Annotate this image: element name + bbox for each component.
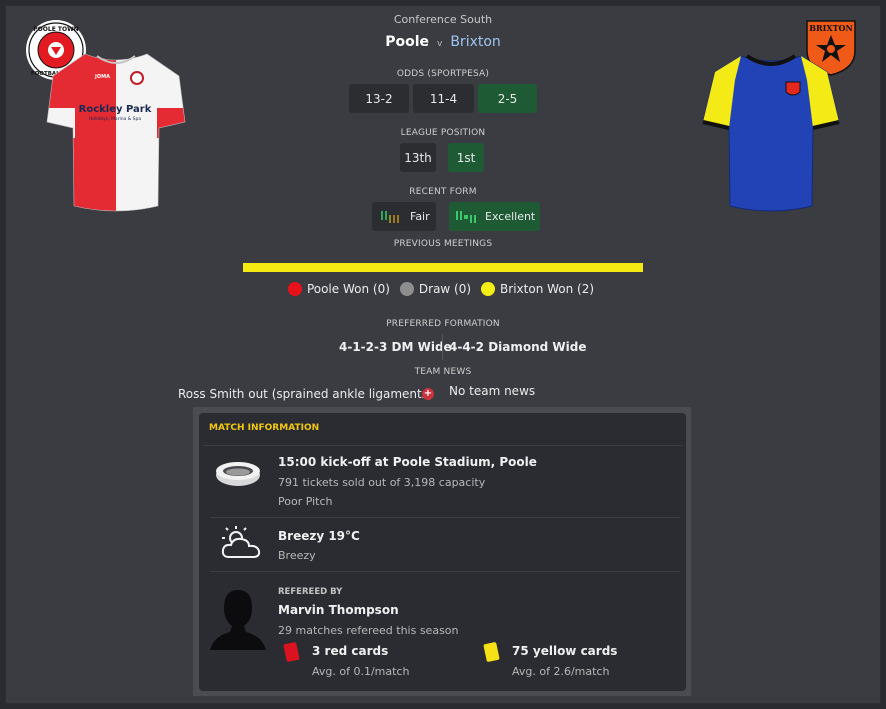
yellow-dot-icon bbox=[481, 282, 496, 296]
svg-text:POOLE TOWN: POOLE TOWN bbox=[33, 26, 78, 33]
away-recent-form[interactable]: Excellent bbox=[449, 202, 540, 231]
weather-text[interactable]: Breezy 19°C bbox=[278, 529, 360, 543]
odds-home-win[interactable]: 13-2 bbox=[349, 84, 409, 113]
legend-draw: Draw (0) bbox=[399, 282, 471, 296]
versus-label: v bbox=[437, 39, 443, 49]
injury-icon[interactable]: + bbox=[422, 388, 434, 400]
away-formation[interactable]: 4-4-2 Diamond Wide bbox=[449, 340, 587, 354]
kickoff-text[interactable]: 15:00 kick-off at Poole Stadium, Poole bbox=[278, 455, 537, 469]
odds-label: ODDS (SPORTPESA) bbox=[396, 69, 490, 79]
preferred-formation-label: PREFERRED FORMATION bbox=[386, 319, 500, 329]
home-league-position[interactable]: 13th bbox=[400, 143, 436, 172]
referee-name[interactable]: Marvin Thompson bbox=[278, 603, 399, 617]
divider bbox=[203, 445, 683, 446]
kit-sponsor-label: Rockley Park bbox=[79, 104, 152, 115]
referee-matches: 29 matches refereed this season bbox=[278, 624, 459, 637]
fixture-title: Poole v Brixton bbox=[0, 34, 886, 50]
red-cards-average: Avg. of 0.1/match bbox=[312, 665, 410, 678]
yellow-cards-average: Avg. of 2.6/match bbox=[512, 665, 610, 678]
referee-silhouette-icon bbox=[210, 590, 266, 650]
grey-dot-icon bbox=[399, 282, 414, 296]
tickets-text: 791 tickets sold out of 3,198 capacity bbox=[278, 476, 486, 489]
refereed-by-label: REFEREED BY bbox=[278, 587, 343, 597]
pitch-condition: Poor Pitch bbox=[278, 495, 333, 508]
odds-away-win[interactable]: 2-5 bbox=[478, 84, 537, 113]
previous-meetings-legend: Poole Won (0) Draw (0) Brixton Won (2) bbox=[0, 282, 886, 296]
away-team-news: No team news bbox=[449, 384, 536, 398]
divider bbox=[210, 571, 680, 572]
team-news-label: TEAM NEWS bbox=[414, 367, 472, 377]
league-position-label: LEAGUE POSITION bbox=[400, 128, 486, 138]
home-team-news[interactable]: Ross Smith out (sprained ankle ligaments… bbox=[178, 387, 433, 401]
match-information-title: MATCH INFORMATION bbox=[209, 423, 320, 433]
home-formation[interactable]: 4-1-2-3 DM Wide bbox=[339, 340, 452, 354]
previous-meetings-bar[interactable] bbox=[243, 263, 643, 272]
form-bars-icon bbox=[381, 210, 399, 223]
competition-name[interactable]: Conference South bbox=[0, 13, 886, 26]
home-recent-form[interactable]: Fair bbox=[372, 202, 436, 231]
formation-divider bbox=[442, 334, 443, 360]
stadium-icon bbox=[216, 462, 260, 486]
form-bars-icon bbox=[456, 210, 476, 223]
red-cards-count: 3 red cards bbox=[312, 644, 389, 658]
home-form-text: Fair bbox=[410, 210, 430, 223]
red-dot-icon bbox=[287, 282, 302, 296]
legend-away-won: Brixton Won (2) bbox=[481, 282, 594, 296]
odds-draw[interactable]: 11-4 bbox=[413, 84, 474, 113]
away-league-position[interactable]: 1st bbox=[448, 143, 484, 172]
recent-form-label: RECENT FORM bbox=[409, 187, 477, 197]
cloud-sun-icon bbox=[221, 526, 261, 558]
yellow-cards-count: 75 yellow cards bbox=[512, 644, 618, 658]
home-team-name[interactable]: Poole bbox=[385, 34, 429, 50]
weather-sub-text: Breezy bbox=[278, 549, 316, 562]
previous-meetings-label: PREVIOUS MEETINGS bbox=[393, 239, 493, 249]
away-form-text: Excellent bbox=[485, 210, 536, 223]
kit-sponsor-sub-label: Holidays, Marina & Spa bbox=[89, 116, 142, 122]
away-team-name[interactable]: Brixton bbox=[450, 34, 500, 50]
legend-home-won: Poole Won (0) bbox=[287, 282, 390, 296]
divider bbox=[210, 517, 680, 518]
